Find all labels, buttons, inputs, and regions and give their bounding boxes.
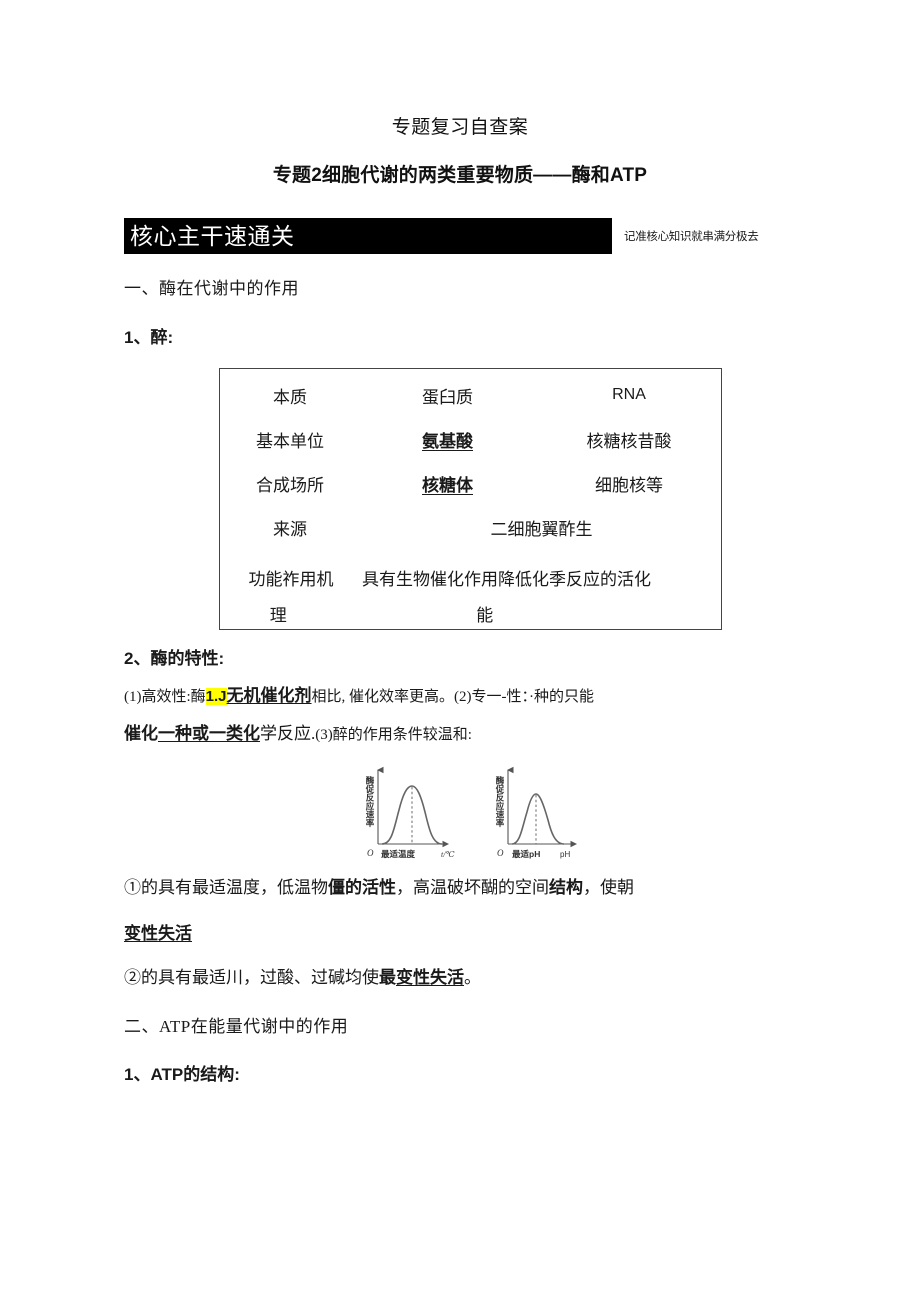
chart1-x-tick-label: 最适温度 [381,849,416,859]
enzyme-comparison-table: 本质 蛋臼质 RNA 基本单位 氨基酸 核糖核昔酸 合成场所 核糖体 细胞核等 … [219,368,722,630]
post-underline-line2: 变性失活 [396,968,464,987]
feature-text-part2: 相比, 催化效率更高。(2)专一-性：·种的只能 [311,689,595,705]
post-text-line2-part1: ②的具有最适川，过酸、过碱均使 [124,968,379,987]
table-cell-merged-source: 二细胞翼酢生 [490,519,593,539]
chart2-y-axis-label: 酶促反应速率 [495,775,505,828]
feature-underline-1: 无机催化剂 [226,686,312,705]
table-cell-function-body: 具有生物催化作用降低化季反应的活化 [362,569,651,589]
table-row: 合成场所 核糖体 细胞核等 [220,461,723,505]
section-2-heading: 二、ATP在能量代谢中的作用 [124,1017,349,1036]
table-cell-protein-value: 氨基酸 [422,431,473,451]
feature-text-line2-part2: 学反应. [260,724,316,743]
table-cell-label: 合成场所 [256,475,324,495]
table-cell-function-label: 功能祚用机 [248,569,334,589]
section-banner: 核心主干速通关 [124,218,612,254]
chart-temperature: 酶促反应速率 O 最适温度 t/℃ [365,766,455,859]
post-text-part2: ，高温破坏醐的空间 [396,878,549,897]
feature-paragraph-line-1: (1)高效性:酶1.J无机催化剂相比, 催化效率更高。(2)专一-性：·种的只能 [124,684,594,709]
table-cell-rna: 核糖核昔酸 [586,431,672,451]
section-1-heading: 一、酶在代谢中的作用 [124,279,299,298]
chart1-y-axis-label: 酶促反应速率 [365,775,375,828]
post-chart-line-1-continuation: 变性失活 [124,922,192,946]
section-banner-note: 记准核心知识就串满分极去 [624,231,759,243]
table-cell-rna: RNA [612,386,646,403]
table-cell-protein: 氨基酸 [360,427,535,452]
table-cell-protein: 核糖体 [360,471,535,496]
chart2-origin-label: O [497,848,504,858]
chart2-x-tick-label: 最适pH [512,849,540,859]
chart1-x-axis-unit: t/℃ [441,850,455,859]
feature-text-line2-part1: 催化 [124,724,158,743]
item-atp-structure-label: 1、ATP的结构: [124,1065,240,1084]
svg-text:酶促反应速率: 酶促反应速率 [495,775,505,828]
document-page: 专题复习自查案 专题2细胞代谢的两类重要物质——酶和ATP 核心主干速通关 记准… [0,0,920,1301]
post-bold-1: 僵的活性 [328,878,396,897]
table-cell-label: 来源 [273,519,307,539]
enzyme-rate-charts: 酶促反应速率 O 最适温度 t/℃ 酶促反应速率 O 最适pH pH [336,766,586,862]
chart2-curve [511,793,565,845]
document-subtitle: 专题2细胞代谢的两类重要物质——酶和ATP [272,165,648,186]
document-title: 专题复习自查案 [391,117,529,138]
chart1-origin-label: O [367,848,374,858]
table-row: 基本单位 氨基酸 核糖核昔酸 [220,417,723,461]
table-cell-function-body-cont: 能 [476,605,494,625]
post-text-line2-part2: 。 [464,968,481,987]
svg-text:酶促反应速率: 酶促反应速率 [365,775,375,828]
feature-underline-2: 一种或一类化 [158,724,260,743]
section-banner-label: 核心主干速通关 [130,223,295,249]
table-cell-protein-value: 核糖体 [422,475,473,495]
feature-highlight: 1.J [205,688,227,705]
item-2-features-label: 2、酶的特性: [124,649,225,668]
post-text-part1: ①的具有最适温度，低温物 [124,878,328,897]
post-text-part3: ，使朝 [583,878,634,897]
feature-text-part1: (1)高效性:酶 [124,689,206,705]
table-row: 理 能 [220,591,723,635]
table-cell-function-label-cont: 理 [269,605,287,625]
chart-figure-group: 酶促反应速率 O 最适温度 t/℃ 酶促反应速率 O 最适pH pH [365,766,578,859]
feature-text-line2-part3: (3)醉的作用条件较温和: [315,727,472,743]
chart2-x-axis-unit: pH [560,850,570,859]
post-bold-2: 结构 [549,878,583,897]
table-cell-rna: 细胞核等 [595,475,663,495]
post-chart-line-1: ①的具有最适温度，低温物僵的活性，高温破坏醐的空间结构，使朝 [124,876,634,900]
item-1-enzyme-label: 1、醉: [124,328,174,347]
post-bold-line2: 最 [379,968,396,987]
table-cell-protein: 蛋臼质 [422,387,473,407]
post-underline-1: 变性失活 [124,924,192,943]
chart-ph: 酶促反应速率 O 最适pH pH [495,766,578,859]
table-row: 本质 蛋臼质 RNA [220,373,723,417]
table-row: 来源 二细胞翼酢生 [220,505,723,549]
feature-paragraph-line-2: 催化一种或一类化学反应.(3)醉的作用条件较温和: [124,722,472,747]
table-cell-label: 本质 [273,387,307,407]
table-cell-label: 基本单位 [256,431,324,451]
post-chart-line-2: ②的具有最适川，过酸、过碱均使最变性失活。 [124,966,481,990]
